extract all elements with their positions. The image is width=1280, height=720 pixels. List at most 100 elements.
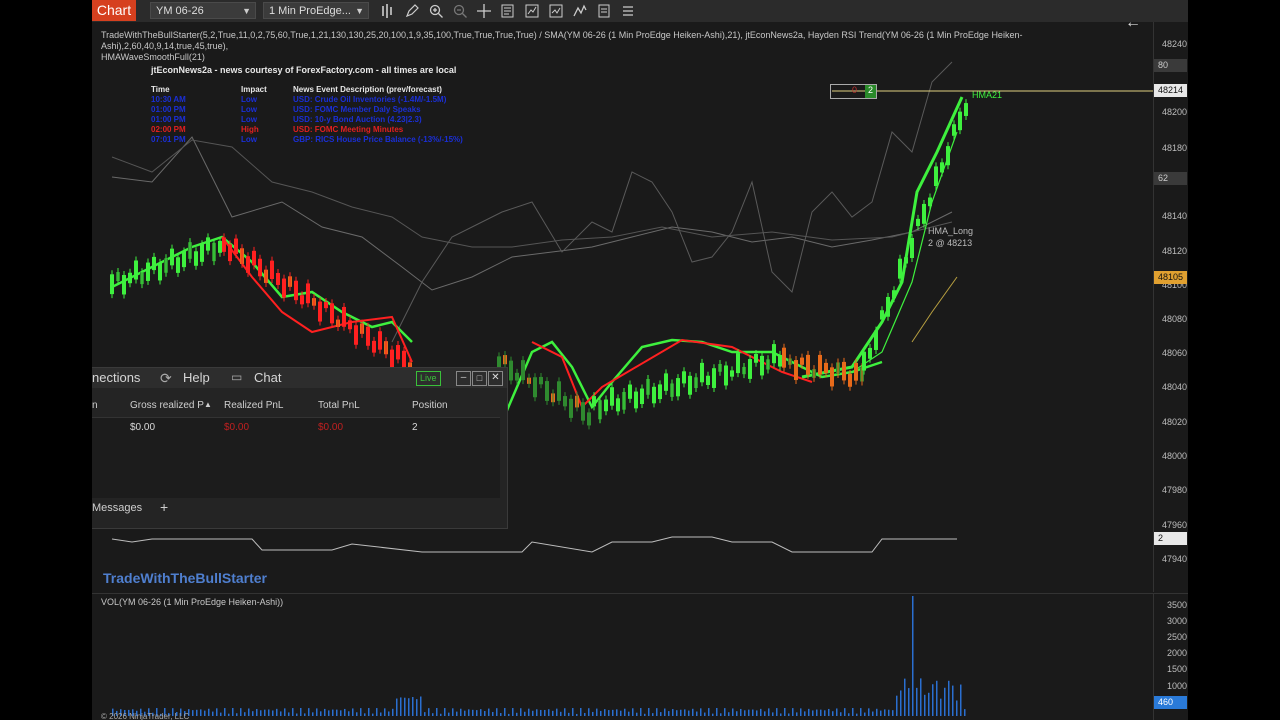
chart-tab[interactable]: Chart [92,0,136,21]
price-tag: 62 [1154,172,1187,185]
volume-bar [368,708,370,716]
volume-bar [352,708,354,716]
volume-bar [496,708,498,716]
close-icon[interactable]: ✕ [488,371,503,386]
volume-bar [768,708,770,716]
connections-menu[interactable]: nections [92,370,140,385]
volume-bar [260,710,262,716]
volume-bar [824,710,826,716]
volume-bar [616,709,618,716]
interval-selector[interactable]: 1 Min ProEdge... ▼ [263,2,369,19]
col-header-total[interactable]: Total PnL [318,400,360,414]
volume-bar [948,680,950,716]
instrument-selector[interactable]: YM 06-26 ▼ [150,2,256,19]
volume-bar [244,712,246,716]
volume-bar [288,712,290,716]
col-header-gross[interactable]: Gross realized P [130,400,204,414]
col-header-realized[interactable]: Realized PnL [224,400,283,414]
volume-bar [740,708,742,716]
volume-bar [448,712,450,716]
col-header-name[interactable]: n [92,400,98,414]
help-menu[interactable]: Help [183,370,210,385]
volume-tick-label: 2000 [1166,648,1187,658]
add-tab-icon[interactable]: + [160,499,168,515]
volume-bar [776,708,778,716]
volume-bar [560,711,562,716]
col-header-position[interactable]: Position [412,400,448,414]
volume-bar [688,710,690,716]
minimize-icon[interactable]: – [456,371,471,386]
volume-bar [208,708,210,716]
price-tick-label: 48240 [1161,39,1187,49]
indicator-icon[interactable] [548,3,564,19]
control-center-header: nections ⟳ Help ▭ Chat Live – □ ✕ [92,368,507,388]
strategy-icon[interactable] [524,3,540,19]
price-axis[interactable]: 48240 48200 48180 48140 48120 48100 48080 48060… [1153,22,1188,592]
volume-bar [236,713,238,716]
volume-bar [532,710,534,716]
draw-pencil-icon[interactable] [404,3,420,19]
interval-value: 1 Min ProEdge... [269,5,351,17]
volume-bar [836,708,838,716]
copyright: © 2026 NinjaTrader, LLC [101,712,190,720]
volume-pane[interactable]: VOL(YM 06-26 (1 Min ProEdge Heiken-Ashi)… [92,593,1153,720]
volume-bar [460,708,462,716]
volume-bar [820,709,822,716]
price-tick-label: 47960 [1161,520,1187,530]
volume-bar [800,708,802,716]
volume-bar [708,708,710,716]
crosshair-icon[interactable] [476,3,492,19]
bar-type-icon[interactable] [380,3,396,19]
chevron-down-icon: ▼ [242,6,251,16]
volume-bar [192,710,194,716]
volume-bar [860,708,862,716]
volume-bar [916,687,918,716]
position-box[interactable]: 0 2 [830,84,877,99]
volume-bar [548,709,550,716]
properties-icon[interactable] [596,3,612,19]
volume-bar [412,697,414,716]
volume-tick-label: 3000 [1166,616,1187,626]
price-tag: 48214 [1154,84,1187,97]
volume-bar [216,708,218,716]
price-tick-label: 48200 [1161,107,1187,117]
volume-bar [372,713,374,716]
volume-bar [956,700,958,716]
volume-bar [676,710,678,716]
zoom-out-icon[interactable] [452,3,468,19]
volume-bar [748,709,750,716]
volume-bar [796,712,798,716]
volume-bar [576,713,578,716]
volume-bar [852,708,854,716]
volume-bar [728,712,730,716]
volume-bar [716,708,718,716]
price-tick-label: 47980 [1161,485,1187,495]
hma-wave-bear-left [221,236,413,363]
control-center-panel[interactable]: nections ⟳ Help ▭ Chat Live – □ ✕ n Gros… [92,367,508,529]
chart-trader-icon[interactable] [572,3,588,19]
data-box-icon[interactable] [500,3,516,19]
back-arrow-icon[interactable]: ← [1125,14,1141,32]
volume-bar [240,708,242,716]
chevron-down-icon: ▼ [355,6,364,16]
volume-bar [364,713,366,716]
maximize-icon[interactable]: □ [472,371,487,386]
chart-toolbar: Chart YM 06-26 ▼ 1 Min ProEdge... ▼ [92,0,1188,23]
position-box-right: 2 [865,85,876,98]
chat-menu[interactable]: Chat [254,370,281,385]
rsi-line-grey [111,139,953,248]
volume-bar [704,712,706,716]
zoom-in-icon[interactable] [428,3,444,19]
volume-bar [828,708,830,716]
volume-bar [320,711,322,716]
volume-bar [732,708,734,716]
price-tag: 48105 [1154,271,1187,284]
volume-bar [624,708,626,716]
volume-bar [384,708,386,716]
menu-icon[interactable] [620,3,636,19]
rsi-trend-line [111,536,957,553]
volume-bar [832,711,834,716]
volume-bar [452,708,454,716]
messages-tab[interactable]: Messages [92,502,142,514]
volume-bar [912,596,914,716]
